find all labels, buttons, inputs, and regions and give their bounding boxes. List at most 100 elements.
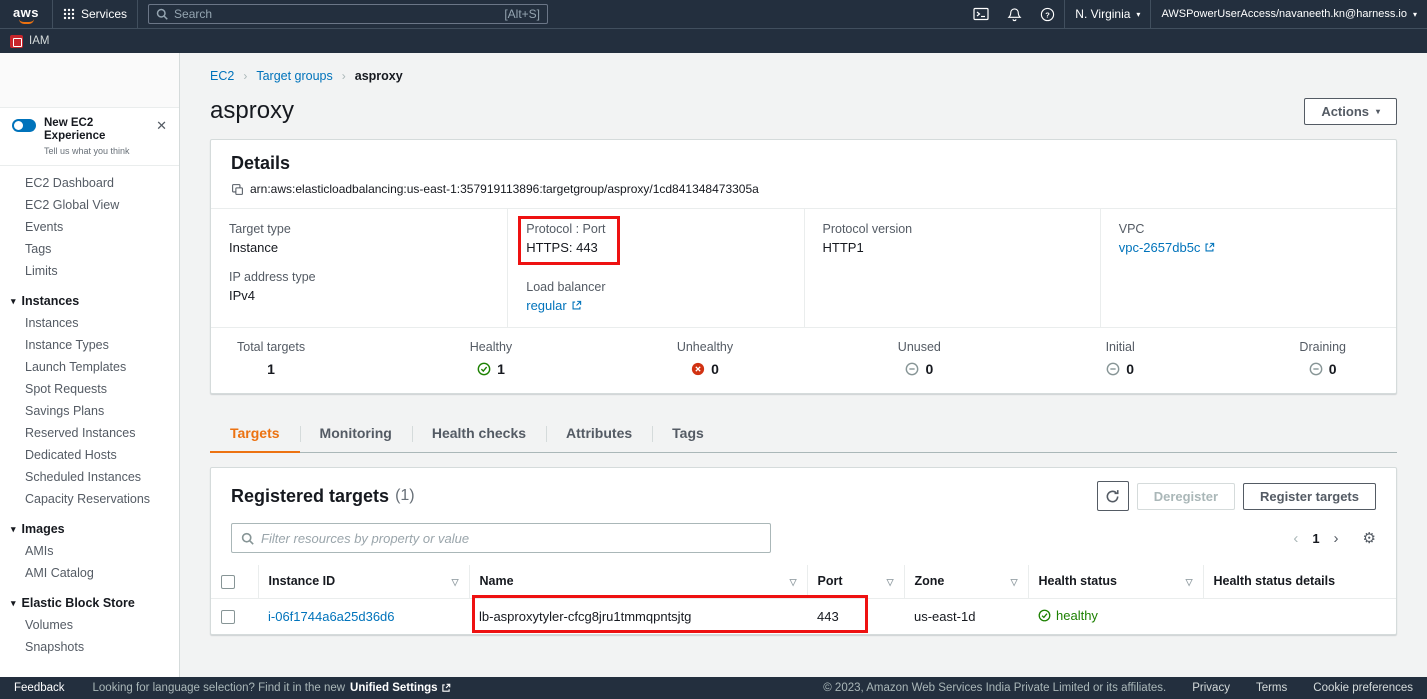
sidebar-item-snapshots[interactable]: Snapshots xyxy=(0,636,179,658)
breadcrumb-ec2[interactable]: EC2 xyxy=(210,69,234,83)
region-selector[interactable]: N. Virginia ▾ xyxy=(1064,0,1150,28)
topnav-right: ? N. Virginia ▾ AWSPowerUserAccess/navan… xyxy=(964,0,1427,28)
minus-circle-icon xyxy=(905,362,919,376)
account-menu[interactable]: AWSPowerUserAccess/navaneeth.kn@harness.… xyxy=(1150,0,1427,28)
header-instance-id[interactable]: Instance ID ▽ xyxy=(258,565,469,598)
copy-icon xyxy=(231,183,244,196)
sidebar-item-ec2-global-view[interactable]: EC2 Global View xyxy=(0,194,179,216)
sidebar-item-savings-plans[interactable]: Savings Plans xyxy=(0,400,179,422)
sidebar-item-instance-types[interactable]: Instance Types xyxy=(0,334,179,356)
stat-healthy: Healthy 1 xyxy=(470,340,512,377)
copy-arn-button[interactable] xyxy=(231,183,244,196)
stat-label: Unused xyxy=(898,340,941,354)
sidebar-item-ami-catalog[interactable]: AMI Catalog xyxy=(0,562,179,584)
sidebar-item-instances[interactable]: Instances xyxy=(0,312,179,334)
external-link-icon xyxy=(441,683,451,693)
sidebar-section-instances[interactable]: ▾ Instances xyxy=(0,290,179,312)
breadcrumb-target-groups[interactable]: Target groups xyxy=(256,69,332,83)
caret-down-icon: ▾ xyxy=(1136,10,1140,19)
account-label: AWSPowerUserAccess/navaneeth.kn@harness.… xyxy=(1161,8,1407,20)
experience-subtitle: Tell us what you think xyxy=(44,146,144,156)
sidebar-item-ec2-dashboard[interactable]: EC2 Dashboard xyxy=(0,172,179,194)
new-experience-panel: New EC2 Experience Tell us what you thin… xyxy=(0,107,179,166)
experience-toggle[interactable] xyxy=(12,119,36,132)
stat-label: Draining xyxy=(1299,340,1346,354)
top-navigation: aws Services [Alt+S] xyxy=(0,0,1427,28)
sidebar-top-space xyxy=(0,53,179,107)
sidebar-item-limits[interactable]: Limits xyxy=(0,260,179,282)
sort-icon[interactable]: ▽ xyxy=(1186,577,1193,588)
notifications-button[interactable] xyxy=(998,0,1031,28)
global-search[interactable]: [Alt+S] xyxy=(148,4,548,24)
unified-settings-link[interactable]: Unified Settings xyxy=(350,682,451,694)
cookie-preferences-link[interactable]: Cookie preferences xyxy=(1313,682,1413,694)
tab-attributes[interactable]: Attributes xyxy=(546,416,652,452)
tab-monitoring[interactable]: Monitoring xyxy=(300,416,412,452)
header-health-status[interactable]: Health status ▽ xyxy=(1028,565,1203,598)
sidebar-section-elastic-block-store[interactable]: ▾ Elastic Block Store xyxy=(0,592,179,614)
sidebar-item-reserved-instances[interactable]: Reserved Instances xyxy=(0,422,179,444)
register-targets-button[interactable]: Register targets xyxy=(1243,483,1376,510)
page-number[interactable]: 1 xyxy=(1306,531,1325,546)
cell-health-status: healthy xyxy=(1028,598,1203,634)
header-port[interactable]: Port ▽ xyxy=(807,565,904,598)
field-protocol-version: Protocol version HTTP1 xyxy=(823,222,1082,255)
main-content: EC2 › Target groups › asproxy asproxy Ac… xyxy=(180,53,1427,677)
terms-link[interactable]: Terms xyxy=(1256,682,1287,694)
next-page-icon[interactable]: › xyxy=(1326,530,1347,547)
sidebar-item-amis[interactable]: AMIs xyxy=(0,540,179,562)
sidebar-item-volumes[interactable]: Volumes xyxy=(0,614,179,636)
deregister-button[interactable]: Deregister xyxy=(1137,483,1235,510)
refresh-button[interactable] xyxy=(1097,481,1129,511)
copyright-text: © 2023, Amazon Web Services India Privat… xyxy=(823,682,1166,694)
sidebar-item-launch-templates[interactable]: Launch Templates xyxy=(0,356,179,378)
filter-field[interactable] xyxy=(231,523,771,553)
sidebar-item-dedicated-hosts[interactable]: Dedicated Hosts xyxy=(0,444,179,466)
header-zone[interactable]: Zone ▽ xyxy=(904,565,1028,598)
tab-health-checks[interactable]: Health checks xyxy=(412,416,546,452)
minus-circle-icon xyxy=(1106,362,1120,376)
sidebar-item-scheduled-instances[interactable]: Scheduled Instances xyxy=(0,466,179,488)
tab-tags[interactable]: Tags xyxy=(652,416,724,452)
instance-id-link[interactable]: i-06f1744a6a25d36d6 xyxy=(268,609,395,624)
gear-icon[interactable]: ⚙ xyxy=(1363,529,1376,547)
field-value: vpc-2657db5c xyxy=(1119,240,1378,255)
sort-icon[interactable]: ▽ xyxy=(790,577,797,588)
sidebar-item-capacity-reservations[interactable]: Capacity Reservations xyxy=(0,488,179,510)
experience-text: New EC2 Experience Tell us what you thin… xyxy=(44,117,144,156)
privacy-link[interactable]: Privacy xyxy=(1192,682,1230,694)
help-button[interactable]: ? xyxy=(1031,0,1064,28)
sidebar-item-events[interactable]: Events xyxy=(0,216,179,238)
sort-icon[interactable]: ▽ xyxy=(1011,577,1018,588)
chevron-down-icon: ▾ xyxy=(11,596,16,610)
search-input[interactable] xyxy=(174,7,498,21)
stat-value: 0 xyxy=(1126,361,1134,377)
caret-down-icon: ▾ xyxy=(1376,107,1380,116)
favorite-iam[interactable]: IAM xyxy=(10,35,49,48)
sidebar-section-images[interactable]: ▾ Images xyxy=(0,518,179,540)
load-balancer-link[interactable]: regular xyxy=(526,298,581,313)
sort-icon[interactable]: ▽ xyxy=(452,577,459,588)
sidebar-item-tags[interactable]: Tags xyxy=(0,238,179,260)
select-all-checkbox[interactable] xyxy=(221,575,235,589)
filter-input[interactable] xyxy=(261,531,761,546)
unified-settings-label: Unified Settings xyxy=(350,682,438,694)
aws-logo[interactable]: aws xyxy=(0,4,52,24)
vpc-id: vpc-2657db5c xyxy=(1119,240,1201,255)
region-label: N. Virginia xyxy=(1075,7,1130,21)
vpc-link[interactable]: vpc-2657db5c xyxy=(1119,240,1216,255)
sidebar-item-spot-requests[interactable]: Spot Requests xyxy=(0,378,179,400)
cloudshell-button[interactable] xyxy=(964,0,998,28)
feedback-link[interactable]: Feedback xyxy=(14,682,65,694)
tab-targets[interactable]: Targets xyxy=(210,416,300,453)
close-icon[interactable]: ✕ xyxy=(152,117,171,134)
field-label: Protocol version xyxy=(823,222,1082,236)
row-checkbox[interactable] xyxy=(221,610,235,624)
services-menu[interactable]: Services xyxy=(52,0,138,28)
previous-page-icon[interactable]: ‹ xyxy=(1285,530,1306,547)
language-notice: Looking for language selection? Find it … xyxy=(93,682,451,694)
header-name[interactable]: Name ▽ xyxy=(469,565,807,598)
language-text: Looking for language selection? Find it … xyxy=(93,682,346,694)
actions-button[interactable]: Actions ▾ xyxy=(1304,98,1397,125)
sort-icon[interactable]: ▽ xyxy=(887,577,894,588)
